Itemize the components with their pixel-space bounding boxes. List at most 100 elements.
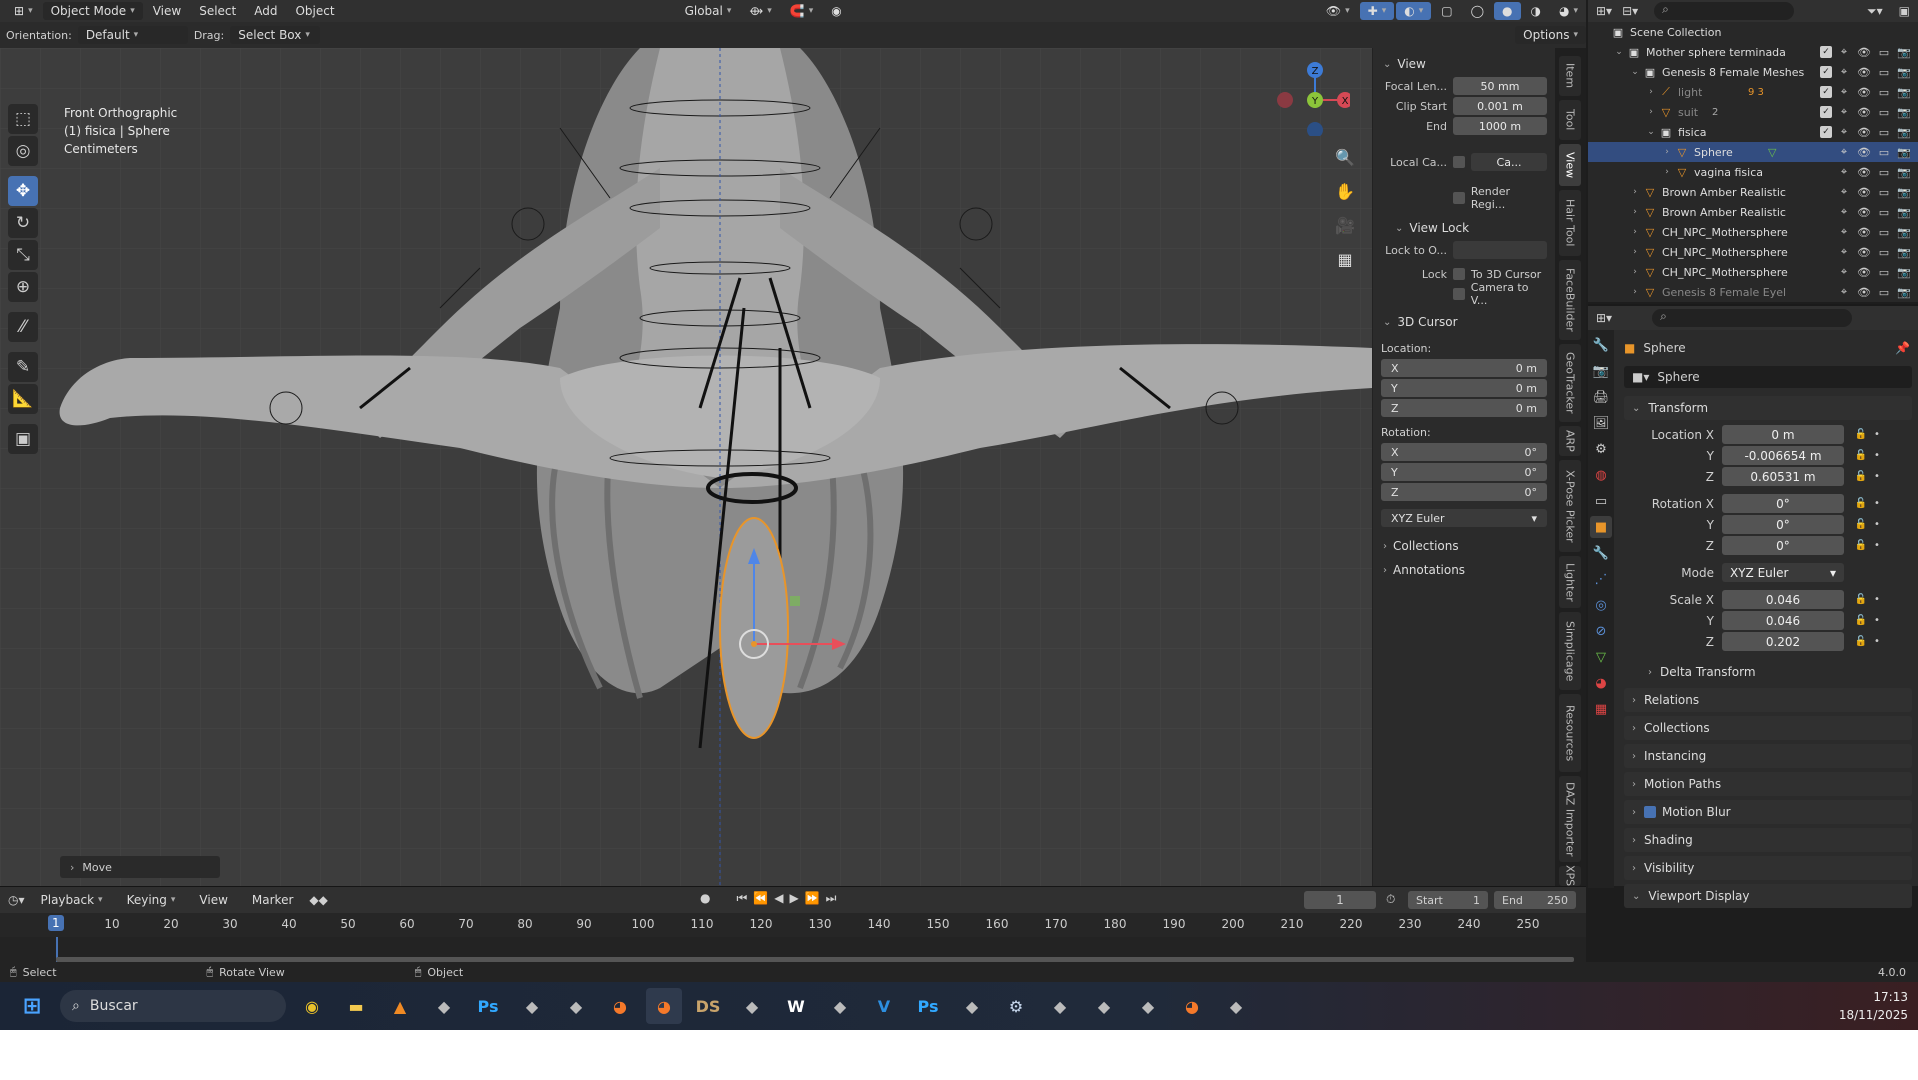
playback-menu[interactable]: Playback [33,891,111,909]
chevron-right-icon[interactable]: › [1628,207,1642,217]
exclude-checkbox[interactable]: ✓ [1820,106,1832,118]
render-disable-icon[interactable]: 📷 [1896,104,1912,120]
tab-daz-importer[interactable]: DAZ Importer [1559,776,1581,862]
menu-select[interactable]: Select [191,2,244,20]
clip-end-field[interactable]: 1000 m [1453,117,1547,135]
measure-tool[interactable]: 📐 [8,384,38,414]
lock-cursor-checkbox[interactable] [1453,268,1465,280]
steam-taskbar-icon[interactable]: ⚙ [998,988,1034,1024]
3d-viewport[interactable]: Front Orthographic (1) fisica | Sphere C… [0,48,1372,886]
selectable-icon[interactable]: ⌖ [1836,264,1852,280]
exclude-checkbox[interactable] [1816,224,1832,240]
scale-y-field[interactable]: 0.046 [1722,611,1844,630]
exclude-checkbox[interactable]: ✓ [1820,86,1832,98]
outliner-search[interactable]: ⌕ [1654,2,1795,20]
view-section-header[interactable]: ⌄ View [1373,52,1555,76]
outliner-row[interactable]: › ▽ suit ✓ ⌖ 👁 ▭ 📷 2 [1588,102,1918,122]
outliner-row[interactable]: › ▽ Genesis 8 Female Eyel ⌖ 👁 ▭ 📷 [1588,282,1918,302]
lock-to-object-field[interactable] [1453,241,1547,259]
eye-icon[interactable]: 👁 [1856,84,1872,100]
record-icon[interactable]: ● [700,891,710,906]
outliner-row[interactable]: › ▽ CH_NPC_Mothersphere ⌖ 👁 ▭ 📷 [1588,262,1918,282]
app-taskbar-icon[interactable]: ◆ [954,988,990,1024]
exclude-checkbox[interactable] [1816,244,1832,260]
solid-shading-icon[interactable]: ● [1494,2,1521,20]
outliner-row[interactable]: ⌄ ▣ Genesis 8 Female Meshes ✓ ⌖ 👁 ▭ 📷 [1588,62,1918,82]
viewport-disable-icon[interactable]: ▭ [1876,224,1892,240]
cursor-loc-z[interactable]: Z 0 m [1381,399,1547,417]
keyframe-dot-icon[interactable]: • [1870,519,1884,530]
selectable-icon[interactable]: ⌖ [1836,124,1852,140]
chevron-right-icon[interactable]: › [1628,287,1642,297]
app-taskbar-icon[interactable]: ◆ [1218,988,1254,1024]
scene-tab-icon[interactable]: ⚙ [1590,438,1612,460]
data-tab-icon[interactable]: ▽ [1590,646,1612,668]
chevron-right-icon[interactable]: › [1644,87,1658,97]
clip-start-field[interactable]: 0.001 m [1453,97,1547,115]
lock-icon[interactable]: 🔓 [1852,594,1870,605]
keying-menu[interactable]: Keying [119,891,184,909]
lock-icon[interactable]: 🔓 [1852,471,1870,482]
stopwatch-icon[interactable]: ⏱ [1386,892,1395,907]
play-reverse-icon[interactable]: ◀ [774,891,783,906]
panel-header-collections[interactable]: › Collections [1624,716,1912,740]
eye-icon[interactable]: 👁 [1856,284,1872,300]
outliner-row[interactable]: ▣ Scene Collection [1588,22,1918,42]
outliner-row[interactable]: › ⟋ light ✓ ⌖ 👁 ▭ 📷 9 3 [1588,82,1918,102]
exclude-checkbox[interactable]: ✓ [1820,126,1832,138]
render-disable-icon[interactable]: 📷 [1896,144,1912,160]
outliner-row[interactable]: › ▽ CH_NPC_Mothersphere ⌖ 👁 ▭ 📷 [1588,242,1918,262]
snap-icon[interactable]: 🧲 [782,2,821,20]
overlay-icon[interactable]: ◐ [1396,2,1432,20]
app-taskbar-icon[interactable]: ◆ [822,988,858,1024]
app-taskbar-icon[interactable]: ◆ [1042,988,1078,1024]
tab-hair-tool[interactable]: Hair Tool [1559,190,1581,256]
drag-dropdown[interactable]: Select Box [230,26,321,44]
render-disable-icon[interactable]: 📷 [1896,244,1912,260]
eye-icon[interactable]: 👁 [1856,264,1872,280]
eye-icon[interactable]: 👁 [1856,44,1872,60]
cursor-rot-x[interactable]: X 0° [1381,443,1547,461]
rotation-z-field[interactable]: 0° [1722,536,1844,555]
lock-icon[interactable]: 🔓 [1852,450,1870,461]
current-frame-field[interactable]: 1 [1304,891,1376,909]
annotations-header[interactable]: › Annotations [1373,558,1555,582]
eye-icon[interactable]: 👁 [1856,124,1872,140]
selectable-icon[interactable]: ⌖ [1836,84,1852,100]
lock-icon[interactable]: 🔓 [1852,519,1870,530]
lock-camera-checkbox[interactable] [1453,288,1465,300]
exclude-checkbox[interactable] [1816,204,1832,220]
delta-transform-header[interactable]: › Delta Transform [1640,660,1912,684]
editor-type-icon[interactable]: ⊞▾ [1596,311,1612,325]
outliner-row[interactable]: ⌄ ▣ fisica ✓ ⌖ 👁 ▭ 📷 [1588,122,1918,142]
local-camera-field[interactable]: Ca... [1471,153,1547,171]
taskbar-clock[interactable]: 17:13 18/11/2025 [1839,988,1908,1024]
material-tab-icon[interactable]: ◕ [1590,672,1612,694]
selectable-icon[interactable]: ⌖ [1836,144,1852,160]
panel-header-shading[interactable]: › Shading [1624,828,1912,852]
lock-icon[interactable]: 🔓 [1852,498,1870,509]
tab-x-pose-picker[interactable]: X-Pose Picker [1559,460,1581,552]
scale-tool[interactable]: ⤡ [8,240,38,270]
grid-icon[interactable]: ▦ [1330,244,1360,274]
rotate-tool[interactable]: ↻ [8,208,38,238]
filter-icon[interactable]: ⏷▾ [1867,4,1883,19]
tab-arp[interactable]: ARP [1559,426,1581,456]
chevron-right-icon[interactable]: › [1628,267,1642,277]
panel-header-motion-paths[interactable]: › Motion Paths [1624,772,1912,796]
start-frame-field[interactable]: Start 1 [1408,891,1488,909]
render-disable-icon[interactable]: 📷 [1896,204,1912,220]
proportional-icon[interactable]: ◉ [823,2,849,20]
constraints-tab-icon[interactable]: ⊘ [1590,620,1612,642]
timeline-view-menu[interactable]: View [191,891,235,909]
keyframe-dot-icon[interactable]: • [1870,615,1884,626]
texture-tab-icon[interactable]: ▦ [1590,698,1612,720]
collection-tab-icon[interactable]: ▭ [1590,490,1612,512]
panel-header-relations[interactable]: › Relations [1624,688,1912,712]
selectable-icon[interactable]: ⌖ [1836,164,1852,180]
tab-view[interactable]: View [1559,144,1581,186]
exclude-checkbox[interactable] [1816,144,1832,160]
vlc-taskbar-icon[interactable]: ▲ [382,988,418,1024]
lock-icon[interactable]: 🔓 [1852,540,1870,551]
panel-header-visibility[interactable]: › Visibility [1624,856,1912,880]
